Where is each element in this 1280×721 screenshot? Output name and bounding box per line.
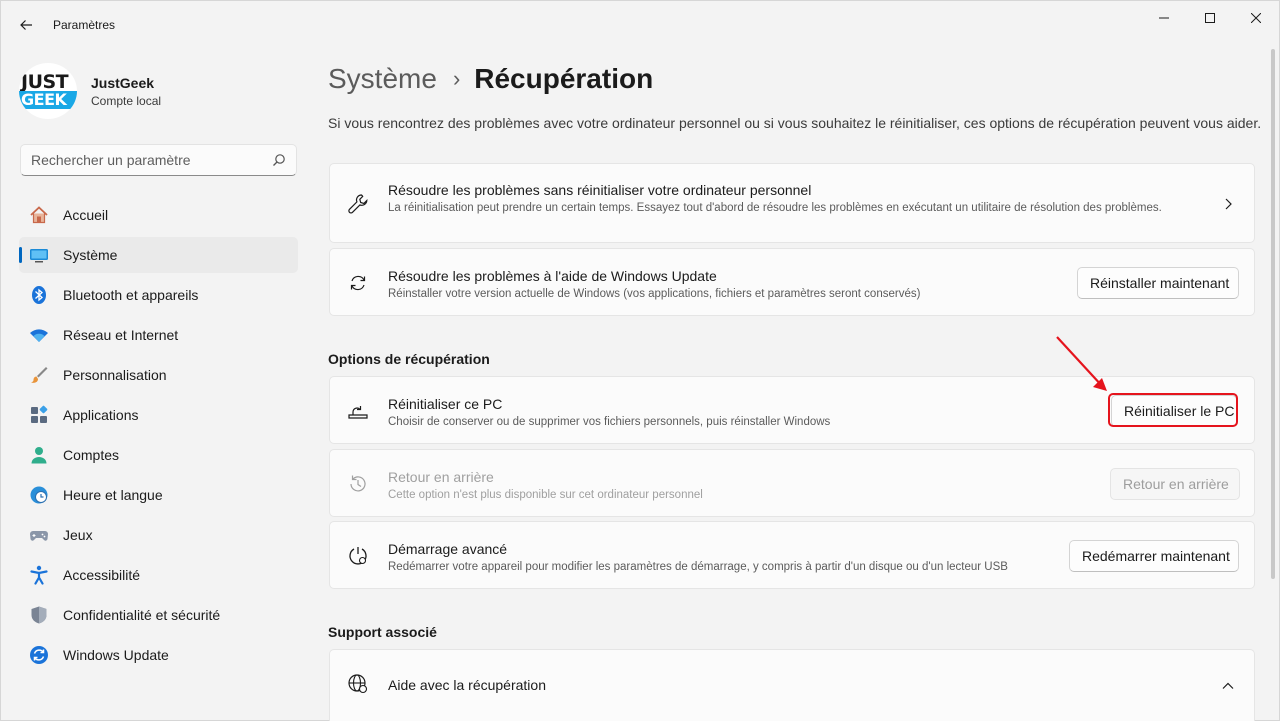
sidebar-item-applications[interactable]: Applications (19, 397, 298, 433)
card-description: Redémarrer votre appareil pour modifier … (388, 561, 1008, 573)
search-box (20, 144, 297, 176)
card-description: Réinstaller votre version actuelle de Wi… (388, 288, 921, 300)
sidebar-item-reseau[interactable]: Réseau et Internet (19, 317, 298, 353)
search-input[interactable] (31, 145, 261, 175)
go-back-card: Retour en arrière Cette option n'est plu… (329, 449, 1255, 517)
minimize-icon (1159, 17, 1169, 19)
shield-icon (29, 605, 49, 625)
window-title: Paramètres (53, 18, 116, 32)
chevron-right-icon (1220, 196, 1236, 212)
justgeek-logo: JUST GEEK (19, 63, 77, 119)
close-button[interactable] (1233, 1, 1279, 35)
card-title: Aide avec la récupération (388, 677, 546, 693)
sidebar-item-label: Bluetooth et appareils (63, 287, 199, 303)
card-description: Choisir de conserver ou de supprimer vos… (388, 416, 831, 428)
windows-update-repair-card: Résoudre les problèmes à l'aide de Windo… (329, 248, 1255, 316)
sidebar-item-accessibilite[interactable]: Accessibilité (19, 557, 298, 593)
reset-pc-icon (346, 399, 370, 423)
apps-icon (29, 405, 49, 425)
sidebar-item-label: Réseau et Internet (63, 327, 179, 343)
breadcrumb-parent[interactable]: Système (328, 63, 437, 95)
wrench-icon (346, 192, 370, 216)
sidebar-item-label: Confidentialité et sécurité (63, 607, 221, 623)
card-title: Retour en arrière (388, 469, 494, 485)
title-bar: Paramètres (1, 1, 1280, 49)
advanced-startup-card: Démarrage avancé Redémarrer votre appare… (329, 521, 1255, 589)
profile-account-type: Compte local (91, 94, 162, 108)
sidebar-item-label: Windows Update (63, 647, 169, 663)
sidebar-item-label: Accueil (63, 207, 109, 223)
update-icon (29, 645, 49, 665)
card-description: Cette option n'est plus disponible sur c… (388, 489, 703, 501)
sidebar-item-label: Accessibilité (63, 567, 141, 583)
chevron-up-icon[interactable] (1220, 678, 1236, 694)
home-icon (29, 205, 49, 225)
clock-globe-icon (29, 485, 49, 505)
sidebar-item-bluetooth[interactable]: Bluetooth et appareils (19, 277, 298, 313)
maximize-icon (1205, 13, 1215, 23)
history-icon (346, 472, 370, 496)
sync-icon (346, 271, 370, 295)
sidebar-item-heure-langue[interactable]: Heure et langue (19, 477, 298, 513)
bluetooth-icon (29, 285, 49, 305)
card-title: Résoudre les problèmes sans réinitialise… (388, 182, 812, 198)
reinstall-now-button[interactable]: Réinstaller maintenant (1077, 267, 1239, 299)
troubleshoot-card[interactable]: Résoudre les problèmes sans réinitialise… (329, 163, 1255, 243)
chevron-right-icon: › (452, 66, 461, 91)
section-title-recovery: Options de récupération (328, 351, 490, 367)
recovery-help-card[interactable]: Aide avec la récupération (329, 649, 1255, 721)
minimize-button[interactable] (1141, 1, 1187, 35)
search-icon[interactable] (272, 153, 286, 172)
sidebar-item-jeux[interactable]: Jeux (19, 517, 298, 553)
globe-icon (346, 672, 370, 696)
page-title: Récupération (474, 63, 654, 94)
page-description: Si vous rencontrez des problèmes avec vo… (328, 115, 1262, 131)
sidebar-item-confidentialite[interactable]: Confidentialité et sécurité (19, 597, 298, 633)
profile-name: JustGeek (91, 75, 155, 91)
sidebar-nav: Accueil Système Bluetooth et appareils R… (19, 197, 298, 677)
scrollbar[interactable] (1271, 49, 1275, 579)
sidebar-item-systeme[interactable]: Système (19, 237, 298, 273)
gamepad-icon (29, 525, 49, 545)
card-title: Réinitialiser ce PC (388, 396, 503, 412)
sidebar-item-label: Comptes (63, 447, 120, 463)
person-icon (29, 445, 49, 465)
sidebar-item-label: Personnalisation (63, 367, 167, 383)
sidebar-item-accueil[interactable]: Accueil (19, 197, 298, 233)
logo-text-bottom: GEEK (19, 91, 77, 109)
sidebar-item-label: Applications (63, 407, 139, 423)
section-title-support: Support associé (328, 624, 437, 640)
sidebar-item-personnalisation[interactable]: Personnalisation (19, 357, 298, 393)
brush-icon (29, 365, 49, 385)
go-back-button: Retour en arrière (1110, 468, 1240, 500)
restart-now-button[interactable]: Redémarrer maintenant (1069, 540, 1239, 572)
maximize-button[interactable] (1187, 1, 1233, 35)
settings-window: Paramètres JUST GEEK JustGeek Compte loc… (0, 0, 1280, 721)
sidebar-item-label: Heure et langue (63, 487, 163, 503)
breadcrumb: Système › Récupération (328, 59, 653, 99)
highlight-box (1108, 393, 1238, 427)
monitor-icon (29, 245, 49, 265)
close-icon (1251, 13, 1261, 23)
back-button[interactable] (11, 11, 41, 39)
card-description: La réinitialisation peut prendre un cert… (388, 202, 1162, 214)
user-profile[interactable]: JUST GEEK JustGeek Compte local (19, 63, 289, 119)
red-arrow-annotation (1056, 336, 1107, 391)
wifi-icon (29, 325, 49, 345)
sidebar-item-comptes[interactable]: Comptes (19, 437, 298, 473)
accessibility-icon (29, 565, 49, 585)
sidebar-item-windows-update[interactable]: Windows Update (19, 637, 298, 673)
card-title: Démarrage avancé (388, 541, 508, 557)
advanced-startup-icon (346, 544, 370, 568)
card-title: Résoudre les problèmes à l'aide de Windo… (388, 268, 717, 284)
sidebar-item-label: Système (63, 247, 118, 263)
sidebar-item-label: Jeux (63, 527, 93, 543)
arrow-left-icon (20, 20, 32, 30)
